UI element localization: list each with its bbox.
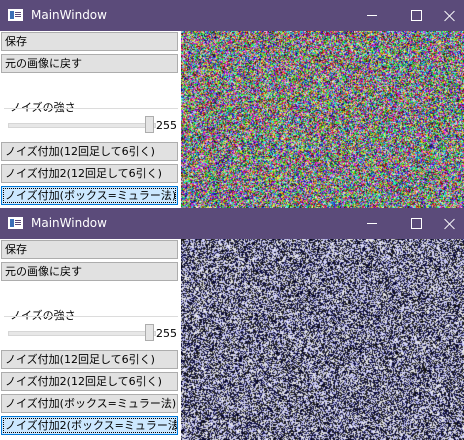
noise-strength-value: 255 bbox=[156, 120, 177, 132]
noise-strength-slider-thumb[interactable] bbox=[145, 324, 154, 341]
noise-add-box-muller-button[interactable]: ノイズ付加(ボックス=ミュラー法) bbox=[1, 186, 178, 205]
close-icon bbox=[444, 10, 456, 22]
restore-original-button[interactable]: 元の画像に戻す bbox=[1, 262, 178, 281]
maximize-icon bbox=[411, 10, 422, 21]
group-divider bbox=[4, 108, 178, 109]
close-icon bbox=[444, 218, 456, 230]
save-button[interactable]: 保存 bbox=[1, 32, 178, 51]
noise-add-12-button[interactable]: ノイズ付加(12回足して6引く) bbox=[1, 350, 178, 369]
main-window-1: MainWindow 保存 元の画像に戻す ノイズの強さ 255 ノイズ付加(1… bbox=[0, 0, 464, 208]
title-bar[interactable]: MainWindow bbox=[0, 208, 464, 239]
window-title: MainWindow bbox=[31, 8, 107, 22]
window-title: MainWindow bbox=[31, 216, 107, 230]
noise-image bbox=[181, 239, 464, 440]
restore-original-button[interactable]: 元の画像に戻す bbox=[1, 54, 178, 73]
main-window-2: MainWindow 保存 元の画像に戻す ノイズの強さ 255 ノイズ付加(1… bbox=[0, 208, 464, 440]
minimize-button[interactable] bbox=[349, 208, 395, 239]
noise-add-box-muller-button[interactable]: ノイズ付加(ボックス=ミュラー法) bbox=[1, 394, 178, 413]
noise-add-12-button[interactable]: ノイズ付加(12回足して6引く) bbox=[1, 142, 178, 161]
minimize-icon bbox=[367, 15, 377, 16]
minimize-icon bbox=[367, 223, 377, 224]
control-panel: 保存 元の画像に戻す ノイズの強さ 255 ノイズ付加(12回足して6引く) ノ… bbox=[0, 239, 181, 440]
noise-add2-12-button[interactable]: ノイズ付加2(12回足して6引く) bbox=[1, 164, 178, 183]
minimize-button[interactable] bbox=[349, 0, 395, 31]
control-panel: 保存 元の画像に戻す ノイズの強さ 255 ノイズ付加(12回足して6引く) ノ… bbox=[0, 31, 181, 208]
noise-add2-12-button[interactable]: ノイズ付加2(12回足して6引く) bbox=[1, 372, 178, 391]
noise-strength-slider-thumb[interactable] bbox=[145, 116, 154, 133]
noise-image bbox=[181, 31, 464, 208]
close-button[interactable] bbox=[436, 0, 464, 31]
maximize-button[interactable] bbox=[393, 208, 439, 239]
close-button[interactable] bbox=[436, 208, 464, 239]
maximize-icon bbox=[411, 218, 422, 229]
app-window-icon bbox=[8, 217, 23, 229]
noise-strength-slider-track[interactable] bbox=[8, 331, 156, 336]
group-divider bbox=[4, 316, 178, 317]
maximize-button[interactable] bbox=[393, 0, 439, 31]
noise-strength-value: 255 bbox=[156, 328, 177, 340]
save-button[interactable]: 保存 bbox=[1, 240, 178, 259]
noise-add2-box-muller-button[interactable]: ノイズ付加2(ボックス=ミュラー法) bbox=[1, 416, 178, 435]
noise-strength-slider-track[interactable] bbox=[8, 123, 156, 128]
title-bar[interactable]: MainWindow bbox=[0, 0, 464, 31]
app-window-icon bbox=[8, 9, 23, 21]
